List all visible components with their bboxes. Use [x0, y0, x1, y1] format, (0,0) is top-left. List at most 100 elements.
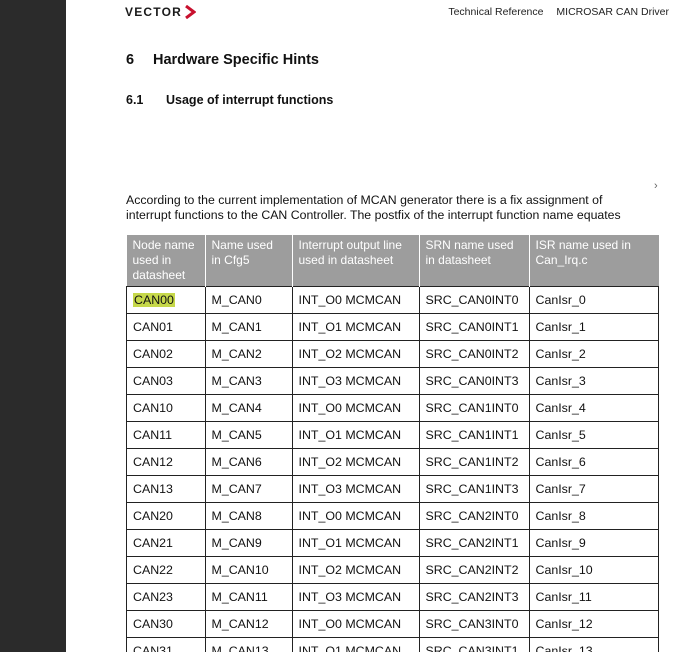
table-row: CAN12 M_CAN6 INT_O2 MCMCAN SRC_CAN1INT2 … — [126, 448, 659, 476]
cell-srn-name: SRC_CAN3INT1 — [418, 637, 530, 652]
page-header: Technical Reference MICROSAR CAN Driver — [448, 6, 669, 18]
subsection-number: 6.1 — [126, 93, 144, 107]
cell-node-name: CAN13 — [126, 475, 206, 503]
document-page: VECTOR Technical Reference MICROSAR CAN … — [66, 0, 691, 652]
table-row: CAN00 M_CAN0 INT_O0 MCMCAN SRC_CAN0INT0 … — [126, 286, 659, 314]
header-doc-type: Technical Reference — [448, 6, 544, 18]
cell-node-name: CAN20 — [126, 502, 206, 530]
cell-srn-name: SRC_CAN2INT3 — [418, 583, 530, 611]
cell-srn-name: SRC_CAN2INT0 — [418, 502, 530, 530]
cell-srn-name: SRC_CAN1INT2 — [418, 448, 530, 476]
cell-node-name: CAN23 — [126, 583, 206, 611]
cell-cfg5-name: M_CAN7 — [204, 475, 293, 503]
cell-srn-name: SRC_CAN1INT1 — [418, 421, 530, 449]
cell-isr-name: CanIsr_2 — [528, 340, 659, 368]
table-row: CAN03 M_CAN3 INT_O3 MCMCAN SRC_CAN0INT3 … — [126, 367, 659, 395]
body-paragraph: According to the current implementation … — [126, 193, 691, 223]
cell-interrupt-line: INT_O0 MCMCAN — [291, 286, 420, 314]
cell-interrupt-line: INT_O1 MCMCAN — [291, 421, 420, 449]
cell-node-name: CAN30 — [126, 610, 206, 638]
cell-interrupt-line: INT_O1 MCMCAN — [291, 313, 420, 341]
cell-isr-name: CanIsr_10 — [528, 556, 659, 584]
cell-node-name: CAN10 — [126, 394, 206, 422]
col-header-interrupt-line: Interrupt output line used in datasheet — [291, 235, 419, 287]
cell-cfg5-name: M_CAN10 — [204, 556, 293, 584]
col-header-srn-name: SRN name used in datasheet — [418, 235, 529, 287]
cell-cfg5-name: M_CAN0 — [204, 286, 293, 314]
cell-interrupt-line: INT_O0 MCMCAN — [291, 394, 420, 422]
col-header-isr-name: ISR name used in Can_Irq.c — [528, 235, 659, 287]
cell-node-name: CAN01 — [126, 313, 206, 341]
cell-interrupt-line: INT_O1 MCMCAN — [291, 637, 420, 652]
col-header-node-name: Node name used in datasheet — [126, 235, 205, 287]
highlighted-text: CAN00 — [133, 293, 175, 307]
subsection-heading: 6.1 Usage of interrupt functions — [126, 93, 333, 107]
paragraph-line: According to the current implementation … — [126, 193, 603, 207]
paragraph-line: interrupt functions to the CAN Controlle… — [126, 208, 621, 222]
cell-cfg5-name: M_CAN1 — [204, 313, 293, 341]
table-row: CAN30 M_CAN12 INT_O0 MCMCAN SRC_CAN3INT0… — [126, 610, 659, 638]
col-header-cfg5-name: Name used in Cfg5 — [204, 235, 292, 287]
subsection-title: Usage of interrupt functions — [166, 93, 334, 107]
cell-node-name: CAN22 — [126, 556, 206, 584]
cell-srn-name: SRC_CAN1INT0 — [418, 394, 530, 422]
cell-cfg5-name: M_CAN2 — [204, 340, 293, 368]
cell-cfg5-name: M_CAN13 — [204, 637, 293, 652]
cell-interrupt-line: INT_O3 MCMCAN — [291, 475, 420, 503]
cell-node-name: CAN02 — [126, 340, 206, 368]
cell-isr-name: CanIsr_12 — [528, 610, 659, 638]
cell-isr-name: CanIsr_1 — [528, 313, 659, 341]
cell-interrupt-line: INT_O2 MCMCAN — [291, 448, 420, 476]
cell-interrupt-line: INT_O1 MCMCAN — [291, 529, 420, 557]
table-header-row: Node name used in datasheet Name used in… — [126, 235, 659, 287]
section-heading: 6 Hardware Specific Hints — [126, 52, 319, 68]
cell-cfg5-name: M_CAN9 — [204, 529, 293, 557]
cell-cfg5-name: M_CAN11 — [204, 583, 293, 611]
section-title: Hardware Specific Hints — [153, 52, 319, 68]
table-row: CAN22 M_CAN10 INT_O2 MCMCAN SRC_CAN2INT2… — [126, 556, 659, 584]
cell-node-name: CAN11 — [126, 421, 206, 449]
table-row: CAN20 M_CAN8 INT_O0 MCMCAN SRC_CAN2INT0 … — [126, 502, 659, 530]
cell-interrupt-line: INT_O0 MCMCAN — [291, 610, 420, 638]
cell-interrupt-line: INT_O2 MCMCAN — [291, 340, 420, 368]
cell-cfg5-name: M_CAN8 — [204, 502, 293, 530]
cell-cfg5-name: M_CAN12 — [204, 610, 293, 638]
logo-chevron-icon — [185, 5, 196, 19]
header-product: MICROSAR CAN Driver — [556, 6, 669, 18]
cell-srn-name: SRC_CAN0INT3 — [418, 367, 530, 395]
table-row: CAN11 M_CAN5 INT_O1 MCMCAN SRC_CAN1INT1 … — [126, 421, 659, 449]
cell-interrupt-line: INT_O0 MCMCAN — [291, 502, 420, 530]
cell-cfg5-name: M_CAN6 — [204, 448, 293, 476]
table-row: CAN23 M_CAN11 INT_O3 MCMCAN SRC_CAN2INT3… — [126, 583, 659, 611]
cell-srn-name: SRC_CAN1INT3 — [418, 475, 530, 503]
cell-isr-name: CanIsr_5 — [528, 421, 659, 449]
table-row: CAN01 M_CAN1 INT_O1 MCMCAN SRC_CAN0INT1 … — [126, 313, 659, 341]
cell-isr-name: CanIsr_4 — [528, 394, 659, 422]
cell-interrupt-line: INT_O3 MCMCAN — [291, 367, 420, 395]
vector-logo: VECTOR — [125, 5, 196, 19]
cell-node-name: CAN03 — [126, 367, 206, 395]
cell-node-name: CAN31 — [126, 637, 206, 652]
viewer-left-margin — [0, 0, 66, 652]
table-row: CAN13 M_CAN7 INT_O3 MCMCAN SRC_CAN1INT3 … — [126, 475, 659, 503]
cursor-icon: › — [654, 180, 658, 192]
cell-srn-name: SRC_CAN0INT0 — [418, 286, 530, 314]
section-number: 6 — [126, 52, 135, 68]
cell-isr-name: CanIsr_3 — [528, 367, 659, 395]
cell-interrupt-line: INT_O3 MCMCAN — [291, 583, 420, 611]
cell-srn-name: SRC_CAN2INT1 — [418, 529, 530, 557]
cell-cfg5-name: M_CAN3 — [204, 367, 293, 395]
logo-text: VECTOR — [125, 5, 182, 19]
cell-isr-name: CanIsr_0 — [528, 286, 659, 314]
cell-node-name: CAN21 — [126, 529, 206, 557]
cell-isr-name: CanIsr_9 — [528, 529, 659, 557]
cell-isr-name: CanIsr_6 — [528, 448, 659, 476]
table-row: CAN31 M_CAN13 INT_O1 MCMCAN SRC_CAN3INT1… — [126, 637, 659, 652]
cell-node-name: CAN00 — [126, 286, 206, 314]
table-row: CAN02 M_CAN2 INT_O2 MCMCAN SRC_CAN0INT2 … — [126, 340, 659, 368]
cell-isr-name: CanIsr_7 — [528, 475, 659, 503]
cell-srn-name: SRC_CAN0INT1 — [418, 313, 530, 341]
cell-isr-name: CanIsr_8 — [528, 502, 659, 530]
cell-isr-name: CanIsr_11 — [528, 583, 659, 611]
cell-cfg5-name: M_CAN4 — [204, 394, 293, 422]
